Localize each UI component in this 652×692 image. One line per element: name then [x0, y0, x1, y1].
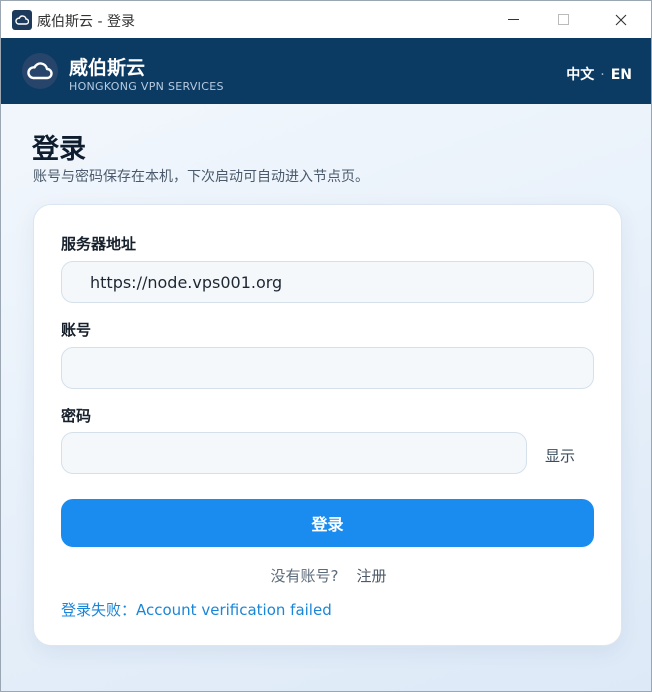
- lang-en-option[interactable]: EN: [611, 67, 632, 83]
- cloud-icon: [22, 53, 58, 89]
- password-label: 密码: [61, 407, 92, 425]
- language-switcher: 中文 · EN: [566, 64, 632, 84]
- close-button[interactable]: [598, 1, 644, 38]
- maximize-button[interactable]: [540, 1, 586, 38]
- register-row: 没有账号? 注册: [34, 565, 623, 586]
- brand-subtitle: HONGKONG VPN SERVICES: [69, 80, 224, 93]
- minimize-icon: [507, 19, 519, 20]
- error-message: 登录失败：Account verification failed: [61, 601, 332, 619]
- page-title: 登录: [32, 134, 86, 165]
- account-label: 账号: [61, 321, 92, 339]
- app-header: 威伯斯云 HONGKONG VPN SERVICES 中文 · EN: [1, 38, 651, 104]
- lang-zh-option[interactable]: 中文: [566, 67, 594, 83]
- brand-name: 威伯斯云: [69, 57, 146, 79]
- page-subtitle: 账号与密码保存在本机，下次启动可自动进入节点页。: [33, 169, 369, 185]
- server-label: 服务器地址: [61, 235, 137, 253]
- server-input[interactable]: [61, 261, 594, 303]
- lang-separator: ·: [600, 67, 605, 83]
- minimize-button[interactable]: [490, 1, 536, 38]
- close-icon: [615, 14, 627, 25]
- title-bar: 威伯斯云 - 登录: [1, 1, 651, 38]
- register-link[interactable]: 注册: [356, 567, 386, 585]
- login-card: 服务器地址 账号 密码 显示 登录 没有账号? 注册 登录失败：Account v…: [33, 204, 622, 646]
- app-window: 威伯斯云 - 登录 威伯斯云 HONGKONG VPN SERVICES 中文 ·…: [0, 0, 652, 692]
- password-input[interactable]: [61, 432, 527, 474]
- account-input[interactable]: [61, 347, 594, 389]
- show-password-button[interactable]: 显示: [545, 445, 575, 466]
- maximize-icon: [557, 14, 569, 25]
- login-button[interactable]: 登录: [61, 499, 594, 547]
- window-title: 威伯斯云 - 登录: [37, 14, 135, 30]
- no-account-text: 没有账号?: [270, 567, 339, 585]
- app-cloud-icon: [12, 10, 32, 30]
